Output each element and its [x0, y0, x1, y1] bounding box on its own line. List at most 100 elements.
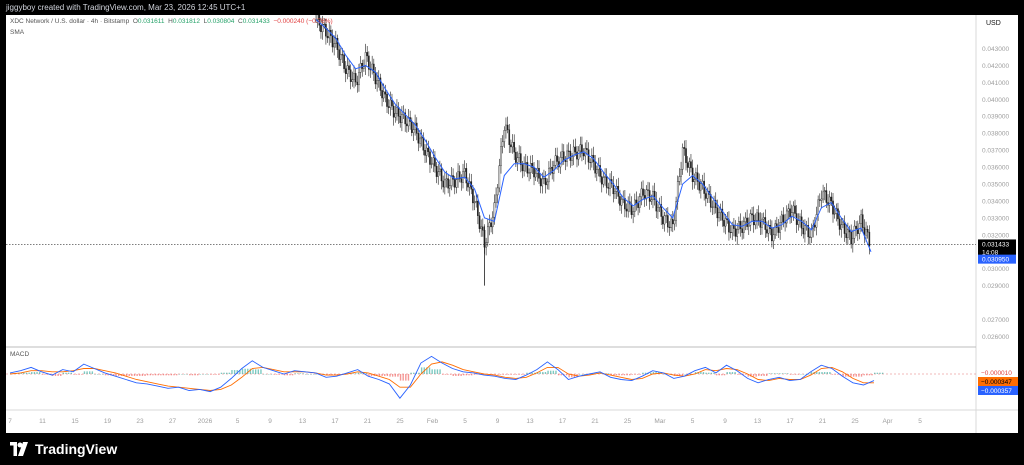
- candle-body: [756, 212, 758, 221]
- tradingview-logo[interactable]: TradingView: [8, 441, 117, 457]
- macd-histogram-bar: [752, 374, 755, 377]
- candle-body: [338, 49, 340, 60]
- macd-histogram-bar: [23, 372, 25, 374]
- candle-body: [435, 166, 438, 177]
- macd-histogram-bar: [405, 374, 407, 381]
- macd-histogram-bar: [36, 372, 38, 374]
- candle-body: [556, 155, 558, 162]
- candle-body: [422, 136, 425, 151]
- candle-body: [562, 151, 565, 161]
- candle-body: [447, 178, 449, 189]
- macd-indicator-label[interactable]: MACD: [10, 351, 29, 358]
- price-chart[interactable]: 0.043000 0.042000 0.041000 0.040000 0.039000…: [6, 15, 1018, 433]
- x-tick-label: Mar: [654, 418, 666, 425]
- macd-histogram-bar: [444, 374, 447, 375]
- macd-histogram-bar: [607, 373, 610, 374]
- candle-body: [693, 179, 696, 183]
- candle-body: [566, 150, 568, 162]
- x-tick-label: 15: [71, 418, 79, 425]
- macd-histogram-bar: [357, 372, 360, 374]
- candle-body: [513, 142, 516, 153]
- symbol-label: XDC Network / U.S. dollar · 4h · Bitstam…: [10, 18, 130, 25]
- macd-histogram-bar: [794, 374, 797, 375]
- candle-body: [614, 191, 616, 195]
- macd-histogram-bar: [315, 374, 317, 375]
- macd-histogram-bar: [70, 372, 72, 374]
- candle-body: [533, 167, 535, 178]
- macd-histogram-bar: [505, 374, 507, 375]
- macd-histogram-bar: [837, 374, 839, 375]
- macd-histogram-bar: [154, 374, 157, 376]
- candle-body: [419, 137, 421, 144]
- macd-histogram-bar: [378, 374, 381, 376]
- macd-histogram-bar: [233, 370, 236, 374]
- macd-histogram-bar: [312, 374, 315, 375]
- macd-histogram-bar: [513, 374, 515, 375]
- macd-histogram-bar: [204, 374, 207, 375]
- macd-histogram-bar: [802, 374, 805, 375]
- candle-body: [665, 215, 667, 217]
- macd-histogram-bar: [758, 374, 760, 376]
- candle-body: [490, 222, 492, 228]
- candle-body: [809, 236, 811, 238]
- candle-body: [574, 146, 577, 153]
- high-value: 0.031812: [172, 18, 200, 25]
- macd-histogram-bar: [418, 372, 420, 374]
- candle-body: [448, 185, 451, 189]
- macd-histogram-bar: [642, 372, 644, 374]
- macd-histogram-bar: [355, 373, 357, 374]
- macd-histogram-bar: [252, 369, 254, 374]
- x-tick-label: 17: [786, 418, 794, 425]
- candle-body: [440, 168, 443, 182]
- macd-histogram-bar: [210, 374, 212, 375]
- x-tick-label: 21: [591, 418, 599, 425]
- macd-histogram-bar: [773, 373, 776, 374]
- candle-body: [724, 218, 727, 227]
- macd-histogram-bar: [763, 374, 765, 376]
- macd-histogram-bar: [531, 372, 533, 374]
- open-value: 0.031611: [137, 18, 165, 25]
- candle-body: [718, 212, 720, 219]
- candle-body: [559, 157, 562, 168]
- credit-bar: jiggyboy created with TradingView.com, M…: [0, 0, 1024, 15]
- candle-body: [657, 207, 659, 212]
- macd-histogram-bar: [731, 372, 734, 374]
- candle-body: [607, 187, 610, 189]
- candle-body: [541, 178, 544, 187]
- candle-body: [822, 191, 824, 200]
- macd-histogram-bar: [874, 372, 876, 374]
- candle-body: [467, 182, 469, 188]
- candle-body: [815, 214, 818, 228]
- macd-histogram-bar: [94, 374, 96, 375]
- macd-histogram-bar: [125, 374, 128, 376]
- candle-body: [325, 23, 327, 37]
- candle-body: [752, 214, 755, 226]
- candle-body: [637, 203, 639, 208]
- candle-body: [341, 54, 344, 56]
- sma-indicator-label[interactable]: SMA: [10, 29, 24, 36]
- candle-body: [320, 25, 322, 33]
- candle-body: [688, 161, 691, 168]
- macd-histogram-bar: [507, 374, 510, 375]
- candle-body: [429, 151, 431, 165]
- macd-histogram-bar: [231, 370, 233, 374]
- macd-value-text: −0.000347: [981, 379, 1012, 386]
- candle-body: [333, 43, 335, 48]
- macd-histogram-bar: [768, 373, 771, 374]
- macd-histogram-bar: [273, 374, 275, 375]
- candle-body: [832, 200, 834, 215]
- candle-body: [781, 214, 783, 223]
- macd-histogram-bar: [623, 374, 626, 376]
- candle-body: [539, 178, 542, 187]
- macd-histogram-bar: [821, 372, 823, 374]
- macd-histogram-bar: [494, 374, 497, 375]
- macd-histogram-bar: [270, 374, 273, 375]
- macd-histogram-bar: [165, 374, 167, 376]
- macd-histogram-bar: [262, 374, 265, 375]
- macd-histogram-bar: [789, 374, 792, 375]
- macd-histogram-bar: [829, 372, 831, 374]
- currency-label[interactable]: USD: [986, 20, 1001, 27]
- x-tick-label: 25: [851, 418, 859, 425]
- candle-body: [406, 123, 408, 127]
- candle-body: [681, 147, 684, 170]
